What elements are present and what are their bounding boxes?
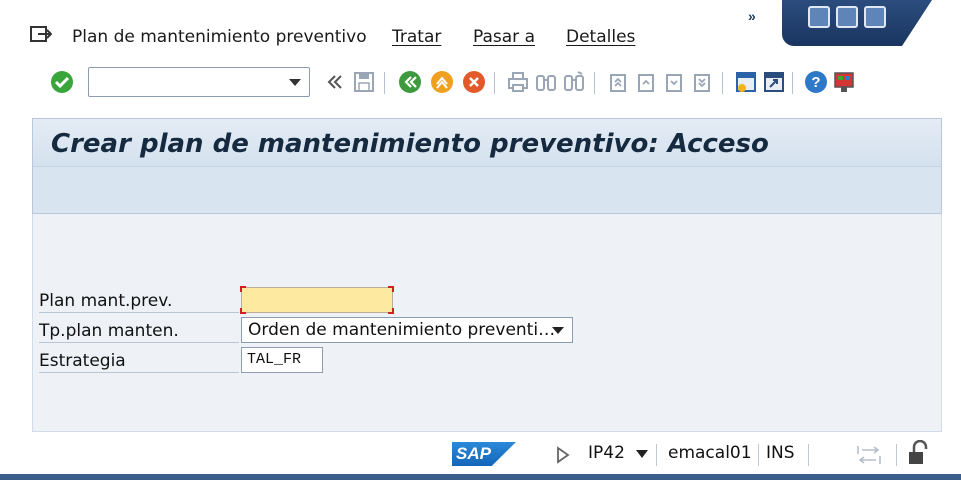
save-icon[interactable] xyxy=(352,70,376,94)
transaction-code: IP42 xyxy=(588,443,625,463)
user-name: emacal01 xyxy=(668,443,752,463)
standard-toolbar: ? xyxy=(0,58,961,110)
status-separator xyxy=(808,444,809,466)
plan-type-dropdown[interactable]: Orden de mantenimiento preventi… xyxy=(241,317,573,343)
toolbar-separator xyxy=(792,72,793,94)
menu-detalles[interactable]: Detalles xyxy=(566,27,635,47)
required-marker xyxy=(240,286,246,292)
lock-open-icon[interactable] xyxy=(908,440,930,466)
title-panel: Crear plan de mantenimiento preventivo: … xyxy=(32,118,942,214)
status-separator xyxy=(758,444,759,466)
shortcut-icon[interactable] xyxy=(762,70,786,94)
plan-label: Plan mant.prev. xyxy=(39,289,239,313)
help-icon[interactable]: ? xyxy=(804,70,828,94)
svg-text:?: ? xyxy=(811,74,820,91)
status-bar: SAP IP42 emacal01 INS xyxy=(0,432,961,480)
next-page-icon[interactable] xyxy=(662,70,686,94)
exit-icon[interactable] xyxy=(430,70,454,94)
command-dropdown-icon[interactable] xyxy=(289,79,301,86)
back-icon[interactable] xyxy=(398,70,422,94)
chevron-down-icon[interactable] xyxy=(552,327,564,334)
required-marker xyxy=(240,308,246,314)
strategy-label: Estrategia xyxy=(39,349,239,373)
strategy-input[interactable]: TAL_FR xyxy=(241,347,323,373)
create-session-icon[interactable] xyxy=(734,70,758,94)
last-page-icon[interactable] xyxy=(690,70,714,94)
menu-overflow-icon[interactable]: » xyxy=(748,8,766,30)
menu-tratar[interactable]: Tratar xyxy=(392,27,441,47)
maximize-icon[interactable] xyxy=(836,6,858,28)
page-title: Crear plan de mantenimiento preventivo: … xyxy=(51,129,769,159)
toolbar-separator xyxy=(384,72,385,94)
type-label: Tp.plan manten. xyxy=(39,319,239,343)
find-next-icon[interactable] xyxy=(562,70,586,94)
previous-page-icon[interactable] xyxy=(634,70,658,94)
cancel-icon[interactable] xyxy=(462,70,486,94)
sap-logo: SAP xyxy=(452,442,516,466)
minimize-icon[interactable] xyxy=(808,6,830,28)
plan-input[interactable] xyxy=(240,286,394,314)
collapse-icon[interactable] xyxy=(322,70,346,94)
find-icon[interactable] xyxy=(534,70,558,94)
required-marker xyxy=(388,308,394,314)
plan-type-value: Orden de mantenimiento preventi… xyxy=(248,320,556,340)
checkmark-icon[interactable] xyxy=(50,70,74,94)
menu-bar: Plan de mantenimiento preventivo Tratar … xyxy=(0,0,961,58)
status-separator xyxy=(656,444,657,466)
menu-pasar-a[interactable]: Pasar a xyxy=(473,27,535,47)
exit-menu-icon[interactable] xyxy=(30,24,52,44)
system-dropdown-icon[interactable] xyxy=(636,450,648,458)
toolbar-separator xyxy=(594,72,595,94)
customize-layout-icon[interactable] xyxy=(832,70,856,94)
toolbar-separator xyxy=(722,72,723,94)
command-field[interactable] xyxy=(88,67,310,97)
toolbar-separator xyxy=(494,72,495,94)
required-marker xyxy=(388,286,394,292)
bottom-edge xyxy=(0,474,961,480)
first-page-icon[interactable] xyxy=(606,70,630,94)
tab-width-icon[interactable] xyxy=(856,444,882,464)
print-icon[interactable] xyxy=(506,70,530,94)
close-icon[interactable] xyxy=(864,6,886,28)
window-controls xyxy=(782,0,932,46)
form-panel: Plan mant.prev. Tp.plan manten. Orden de… xyxy=(32,214,942,432)
insert-mode[interactable]: INS xyxy=(766,443,795,463)
menu-plan-mantenimiento[interactable]: Plan de mantenimiento preventivo xyxy=(72,27,367,47)
status-separator xyxy=(896,444,897,466)
title-bar: Crear plan de mantenimiento preventivo: … xyxy=(33,119,941,167)
status-expand-icon[interactable] xyxy=(556,446,570,464)
